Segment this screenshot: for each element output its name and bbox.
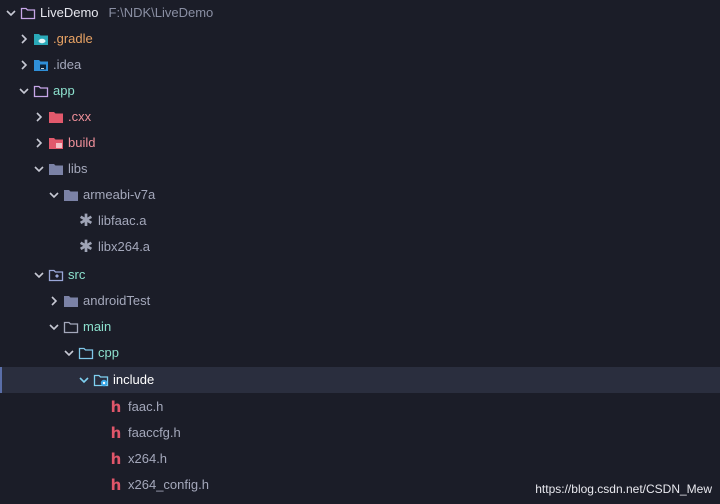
chevron-down-icon[interactable] — [4, 6, 18, 20]
tree-item-app[interactable]: app — [0, 78, 720, 104]
chevron-down-icon[interactable] — [32, 162, 46, 176]
asterisk-file-icon: ✱ — [78, 211, 94, 231]
chevron-right-icon[interactable] — [17, 32, 31, 46]
tree-item-faac-h[interactable]: h faac.h — [0, 394, 720, 420]
red-folder-icon — [48, 109, 64, 125]
tree-item-label: androidTest — [83, 293, 151, 308]
project-path: F:\NDK\LiveDemo — [108, 5, 214, 20]
tree-item-libs[interactable]: libs — [0, 156, 720, 182]
tree-item-label: build — [68, 135, 96, 150]
chevron-down-icon[interactable] — [62, 346, 76, 360]
tree-item-x264-h[interactable]: h x264.h — [0, 446, 720, 472]
idea-folder-icon — [33, 57, 49, 73]
tree-item-label: cpp — [98, 345, 119, 360]
chevron-right-icon[interactable] — [32, 110, 46, 124]
tree-item-label: .gradle — [53, 31, 93, 46]
tree-item-label: x264_config.h — [128, 477, 209, 492]
tree-item-build[interactable]: build — [0, 130, 720, 156]
tree-item-label: .cxx — [68, 109, 92, 124]
tree-item-label: libs — [68, 161, 88, 176]
gradle-folder-icon — [33, 31, 49, 47]
tree-item-label: src — [68, 267, 86, 282]
tree-item-label: faac.h — [128, 399, 164, 414]
h-file-icon: h — [110, 424, 122, 442]
h-file-icon: h — [110, 450, 122, 468]
tree-item-include[interactable]: include — [0, 367, 720, 393]
tree-item-src[interactable]: src — [0, 262, 720, 288]
folder-outline-icon — [20, 5, 36, 21]
tree-item-label: main — [83, 319, 112, 334]
tree-item-main[interactable]: main — [0, 314, 720, 340]
h-file-icon: h — [110, 476, 122, 494]
h-file-icon: h — [110, 398, 122, 416]
red-folder-icon — [48, 135, 64, 151]
tree-item-label: x264.h — [128, 451, 168, 466]
watermark: https://blog.csdn.net/CSDN_Mew — [535, 482, 712, 496]
chevron-down-icon[interactable] — [32, 268, 46, 282]
chevron-down-icon[interactable] — [77, 373, 91, 387]
chevron-right-icon[interactable] — [47, 294, 61, 308]
tree-item-faaccfg-h[interactable]: h faaccfg.h — [0, 420, 720, 446]
tree-item-label: libfaac.a — [98, 213, 147, 228]
chevron-right-icon[interactable] — [17, 58, 31, 72]
tree-item-livedemo[interactable]: LiveDemo F:\NDK\LiveDemo — [0, 0, 720, 26]
tree-item-idea[interactable]: .idea — [0, 52, 720, 78]
folder-outline-icon — [33, 83, 49, 99]
tree-item-cpp[interactable]: cpp — [0, 340, 720, 366]
tree-item-label: libx264.a — [98, 239, 151, 254]
tree-item-armeabi-v7a[interactable]: armeabi-v7a — [0, 182, 720, 208]
folder-icon — [63, 187, 79, 203]
tree-item-gradle[interactable]: .gradle — [0, 26, 720, 52]
source-folder-icon — [48, 267, 64, 283]
chevron-down-icon[interactable] — [17, 84, 31, 98]
folder-outline-icon — [63, 319, 79, 335]
folder-outline-icon — [78, 345, 94, 361]
tree-item-label: include — [113, 372, 155, 387]
chevron-down-icon[interactable] — [47, 320, 61, 334]
folder-icon — [48, 161, 64, 177]
tree-item-androidtest[interactable]: androidTest — [0, 288, 720, 314]
tree-item-label: faaccfg.h — [128, 425, 181, 440]
asterisk-file-icon: ✱ — [78, 237, 94, 257]
tree-item-cxx[interactable]: .cxx — [0, 104, 720, 130]
include-folder-icon — [93, 372, 109, 388]
tree-item-label: .idea — [53, 57, 82, 72]
tree-item-libfaac[interactable]: ✱ libfaac.a — [0, 208, 720, 234]
tree-item-label: armeabi-v7a — [83, 187, 156, 202]
chevron-right-icon[interactable] — [32, 136, 46, 150]
chevron-down-icon[interactable] — [47, 188, 61, 202]
tree-item-libx264[interactable]: ✱ libx264.a — [0, 234, 720, 260]
folder-icon — [63, 293, 79, 309]
tree-item-label: LiveDemo — [40, 5, 99, 20]
tree-item-label: app — [53, 83, 75, 98]
